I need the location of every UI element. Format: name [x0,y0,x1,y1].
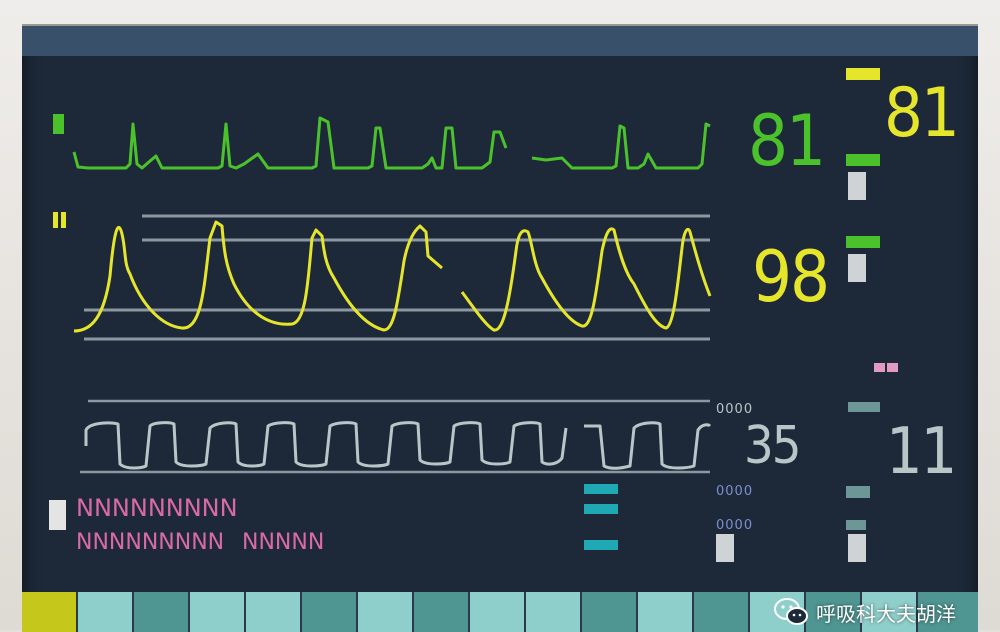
softkey-12[interactable] [638,592,694,632]
param-limit-bar-1 [846,486,870,498]
hr-alarm-bar [846,68,880,80]
pink-text-line-2a: NNNNNNNNN [76,530,225,555]
ecg-waveform [72,116,508,170]
watermark-text: 呼吸科大夫胡洋 [816,601,956,626]
resp-waveform-segment [584,421,712,470]
pink-text-line-2b: NNNNN [242,530,325,555]
hr-alarm-box [848,172,866,200]
teal-marker-1 [584,484,618,494]
resp-waveform [84,421,568,470]
softkey-9[interactable] [470,592,526,632]
teal-marker-2 [584,504,618,514]
softkey-10[interactable] [526,592,582,632]
resp-rate-value: 11 [886,415,957,489]
softkey-1[interactable] [22,592,78,632]
heart-rate-value: 81 [748,100,826,182]
resp-scale-label: 0000 [716,402,754,417]
teal-marker-3 [584,540,618,550]
softkey-8[interactable] [414,592,470,632]
softkey-7[interactable] [358,592,414,632]
param-scale-label-2: 0000 [716,518,754,533]
resp-value: 35 [744,416,801,476]
hr-limit-bar [846,154,880,166]
spo2-value: 98 [752,236,830,318]
spo2-marker-left [53,212,58,228]
heart-rate-alt-value: 81 [884,74,960,153]
wechat-icon [774,598,808,625]
pink-marker-left [874,363,885,372]
ecg-waveform-segment [531,122,711,170]
ecg-lead-marker [53,114,64,134]
softkey-2[interactable] [78,592,134,632]
spo2-waveform-segment [460,227,712,332]
spo2-limit-bar [846,236,880,248]
param-alarm-box-2 [848,534,866,562]
param-scale-label-1: 0000 [716,484,754,499]
monitor-screen: 81 81 98 35 11 0000 0000 0000 NNNNNNNNN … [22,24,978,632]
spo2-waveform [73,220,443,333]
softkey-5[interactable] [246,592,302,632]
spo2-marker-right [61,212,66,228]
pink-text-line-1: NNNNNNNNN [76,494,238,522]
alarm-indicator [49,500,66,530]
softkey-11[interactable] [582,592,638,632]
spo2-alarm-box [848,254,866,282]
watermark: 呼吸科大夫胡洋 [774,592,956,632]
resp-limit-bar [848,402,880,412]
param-alarm-box-1 [716,534,734,562]
param-limit-bar-2 [846,520,866,530]
softkey-13[interactable] [694,592,750,632]
pink-marker-right [887,363,898,372]
softkey-6[interactable] [302,592,358,632]
softkey-4[interactable] [190,592,246,632]
softkey-3[interactable] [134,592,190,632]
